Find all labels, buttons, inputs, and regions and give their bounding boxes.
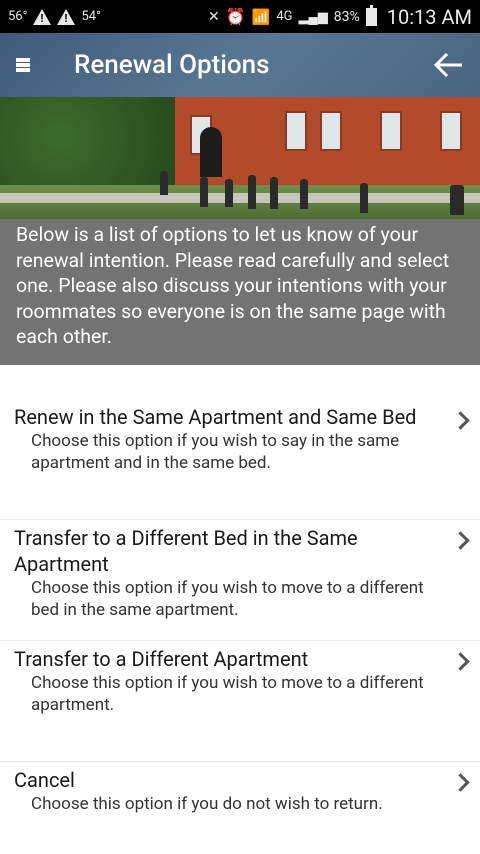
option-description: Choose this option if you wish to move t…	[31, 578, 424, 620]
option-title: Renew in the Same Apartment and Same Bed	[14, 405, 417, 429]
option-transfer-bed[interactable]: Transfer to a Different Bed in the Same …	[0, 520, 480, 641]
option-cancel[interactable]: Cancel Choose this option if you do not …	[0, 762, 480, 842]
chevron-right-icon	[454, 534, 468, 548]
alarm-icon: ⏰	[225, 7, 246, 26]
wifi-icon: 📶	[251, 7, 271, 26]
option-title: Cancel	[14, 768, 75, 792]
warning-icon	[33, 8, 52, 25]
app-header: Renewal Options	[0, 33, 480, 97]
back-arrow-icon[interactable]	[432, 49, 464, 81]
clock: 10:13 AM	[386, 4, 472, 29]
status-bar-right: ✕ ⏰ 📶 4G ▂▄▆ 83% 10:13 AM	[207, 4, 472, 29]
option-title: Transfer to a Different Bed in the Same …	[14, 526, 358, 576]
status-bar: 56° 54° ✕ ⏰ 📶 4G ▂▄▆ 83% 10:13 AM	[0, 0, 480, 33]
option-description: Choose this option if you wish to say in…	[31, 431, 400, 473]
option-transfer-apartment[interactable]: Transfer to a Different Apartment Choose…	[0, 641, 480, 762]
temperature-text: 56°	[8, 9, 28, 24]
status-bar-left: 56° 54°	[8, 8, 101, 25]
page-title: Renewal Options	[74, 50, 270, 80]
option-description: Choose this option if you do not wish to…	[31, 794, 383, 814]
menu-icon[interactable]	[16, 54, 34, 76]
battery-percent: 83%	[333, 8, 360, 25]
battery-icon	[365, 4, 377, 26]
option-title: Transfer to a Different Apartment	[14, 647, 309, 671]
chevron-right-icon	[454, 655, 468, 669]
temperature-text: 54°	[81, 9, 101, 24]
option-renew-same[interactable]: Renew in the Same Apartment and Same Bed…	[0, 400, 480, 520]
warning-icon	[57, 8, 76, 25]
chevron-right-icon	[454, 414, 468, 428]
hero-banner: Below is a list of options to let us kno…	[0, 97, 480, 365]
campus-photo	[0, 97, 480, 219]
option-description: Choose this option if you wish to move t…	[31, 673, 424, 715]
intro-text: Below is a list of options to let us kno…	[0, 219, 480, 365]
options-list: Renew in the Same Apartment and Same Bed…	[0, 400, 480, 842]
signal-icon: ▂▄▆	[298, 9, 328, 25]
mute-icon: ✕	[207, 8, 220, 25]
chevron-right-icon	[454, 776, 468, 790]
network-type-text: 4G	[276, 9, 293, 24]
